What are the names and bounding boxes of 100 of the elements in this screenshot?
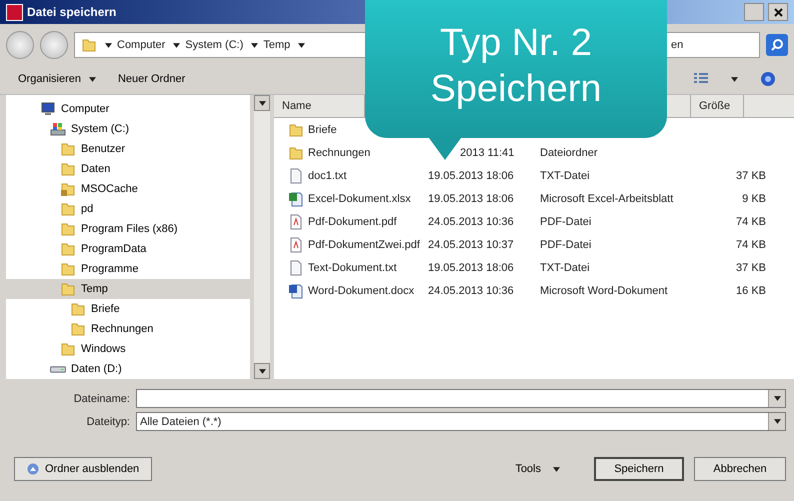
folder-icon bbox=[60, 261, 76, 277]
folder-icon bbox=[81, 37, 97, 53]
tree-item[interactable]: Program Files (x86) bbox=[6, 219, 250, 239]
dropdown-arrow-icon bbox=[774, 419, 780, 424]
table-cell-text: Microsoft Excel-Arbeitsblatt bbox=[540, 192, 674, 204]
search-field[interactable]: en bbox=[664, 32, 760, 58]
file-name[interactable]: Word-Dokument.docx bbox=[288, 282, 428, 298]
dropdown-arrow-icon bbox=[553, 466, 560, 472]
callout-text: Speichern bbox=[430, 67, 602, 112]
window-title: Datei speichern bbox=[27, 5, 118, 19]
locked-folder-icon bbox=[60, 181, 76, 197]
text-file-icon bbox=[288, 168, 304, 184]
filetype-dropdown[interactable]: Alle Dateien (*.*) bbox=[136, 412, 786, 431]
file-name[interactable]: Pdf-Dokument.pdf bbox=[288, 214, 428, 230]
tree-item[interactable]: MSOCache bbox=[6, 179, 250, 199]
file-name[interactable]: Briefe bbox=[288, 122, 428, 138]
table-cell-text: TXT-Datei bbox=[540, 170, 591, 182]
address-bar[interactable]: Computer System (C:) Temp bbox=[74, 32, 368, 58]
separator-arrow-icon bbox=[298, 42, 306, 48]
field-label: Dateiname: bbox=[72, 392, 130, 404]
folder-icon bbox=[60, 241, 76, 257]
separator-arrow-icon bbox=[251, 42, 258, 48]
folder-icon bbox=[60, 141, 76, 157]
folder-icon bbox=[60, 281, 76, 297]
table-cell-text: Dateiordner bbox=[540, 146, 598, 158]
tree-item[interactable]: Daten bbox=[6, 159, 250, 179]
table-cell-text: 16 KB bbox=[735, 284, 766, 296]
close-button[interactable] bbox=[768, 3, 788, 21]
back-button[interactable] bbox=[6, 31, 34, 59]
file-name[interactable]: Text-Dokument.txt bbox=[288, 260, 428, 276]
folder-icon bbox=[60, 201, 76, 217]
table-cell-text: 37 KB bbox=[735, 170, 766, 182]
table-cell-text: 74 KB bbox=[735, 216, 766, 228]
dropdown-arrow-icon bbox=[88, 76, 96, 82]
text-file-icon bbox=[288, 260, 304, 276]
table-cell-text: Microsoft Word-Dokument bbox=[540, 284, 669, 296]
search-button[interactable] bbox=[766, 34, 788, 56]
folder-icon bbox=[60, 221, 76, 237]
folder-icon bbox=[60, 161, 76, 177]
pdf-file-icon bbox=[288, 236, 304, 252]
tree-item[interactable]: Rechnungen bbox=[6, 319, 250, 339]
table-cell-text: 74 KB bbox=[735, 238, 766, 250]
tree-item[interactable]: Computer bbox=[6, 99, 250, 119]
toolbar-button[interactable]: Neuer Ordner bbox=[118, 73, 186, 85]
breadcrumb-item[interactable]: System (C:) bbox=[185, 39, 244, 51]
file-name[interactable]: Pdf-DokumentZwei.pdf bbox=[288, 236, 428, 252]
cancel-button[interactable]: Abbrechen bbox=[694, 457, 786, 481]
filename-field[interactable] bbox=[136, 389, 786, 408]
tools-button[interactable]: Tools bbox=[509, 462, 566, 476]
table-cell-text: PDF-Datei bbox=[540, 238, 592, 250]
callout-pointer bbox=[429, 138, 461, 160]
breadcrumb-item[interactable]: Temp bbox=[263, 39, 290, 51]
tree-item[interactable]: ProgramData bbox=[6, 239, 250, 259]
app-icon bbox=[6, 4, 23, 20]
tree-item[interactable]: Windows bbox=[6, 339, 250, 359]
folder-icon bbox=[70, 321, 86, 337]
table-cell-text: TXT-Datei bbox=[540, 262, 591, 274]
scrollbar[interactable] bbox=[254, 95, 270, 379]
dropdown-arrow-icon bbox=[774, 396, 780, 401]
table-cell: 24.05.2013 10:36 bbox=[428, 284, 514, 296]
tree-item[interactable]: Temp bbox=[6, 279, 250, 299]
close-icon bbox=[774, 8, 782, 16]
search-icon bbox=[770, 38, 784, 52]
file-name[interactable]: Excel-Dokument.xlsx bbox=[288, 190, 428, 206]
computer-icon bbox=[40, 101, 56, 117]
toolbar-button[interactable]: Organisieren bbox=[18, 73, 96, 85]
table-cell: 19.05.2013 18:06 bbox=[428, 192, 514, 204]
collapse-icon bbox=[27, 463, 39, 475]
folder-icon bbox=[288, 122, 304, 138]
file-name[interactable]: doc1.txt bbox=[288, 168, 428, 184]
dropdown-arrow-icon bbox=[731, 76, 738, 82]
table-cell-text: 9 KB bbox=[741, 192, 766, 204]
forward-button[interactable] bbox=[40, 31, 68, 59]
file-name[interactable]: Rechnungen bbox=[288, 144, 428, 160]
save-button[interactable]: Speichern bbox=[594, 457, 684, 481]
pdf-file-icon bbox=[288, 214, 304, 230]
help-icon[interactable] bbox=[760, 71, 776, 87]
separator-arrow-icon bbox=[173, 42, 180, 48]
breadcrumb-item[interactable]: Computer bbox=[117, 39, 166, 51]
callout-text: Typ Nr. 2 bbox=[440, 21, 592, 66]
table-cell-text: PDF-Datei bbox=[540, 216, 592, 228]
table-cell: 24.05.2013 10:37 bbox=[428, 238, 514, 250]
column-header[interactable]: Größe bbox=[690, 95, 744, 117]
tree-item[interactable]: Daten (D:) bbox=[6, 359, 250, 379]
tree-item[interactable]: Briefe bbox=[6, 299, 250, 319]
field-label: Dateityp: bbox=[86, 416, 130, 428]
tree-item[interactable]: System (C:) bbox=[6, 119, 250, 139]
hide-folders-button[interactable]: Ordner ausblenden bbox=[14, 457, 152, 481]
table-cell: 24.05.2013 10:36 bbox=[428, 216, 514, 228]
tree-item[interactable]: pd bbox=[6, 199, 250, 219]
view-list-icon[interactable] bbox=[693, 72, 709, 86]
dropdown-arrow-icon bbox=[258, 100, 266, 106]
dropdown-arrow-icon bbox=[258, 368, 266, 374]
tree-item[interactable]: Programme bbox=[6, 259, 250, 279]
table-cell: 19.05.2013 18:06 bbox=[428, 262, 514, 274]
drive-icon bbox=[50, 121, 66, 137]
table-cell: 2013 11:41 bbox=[460, 146, 514, 158]
tree-item[interactable]: Benutzer bbox=[6, 139, 250, 159]
folder-icon bbox=[288, 144, 304, 160]
spreadsheet-file-icon bbox=[288, 190, 304, 206]
